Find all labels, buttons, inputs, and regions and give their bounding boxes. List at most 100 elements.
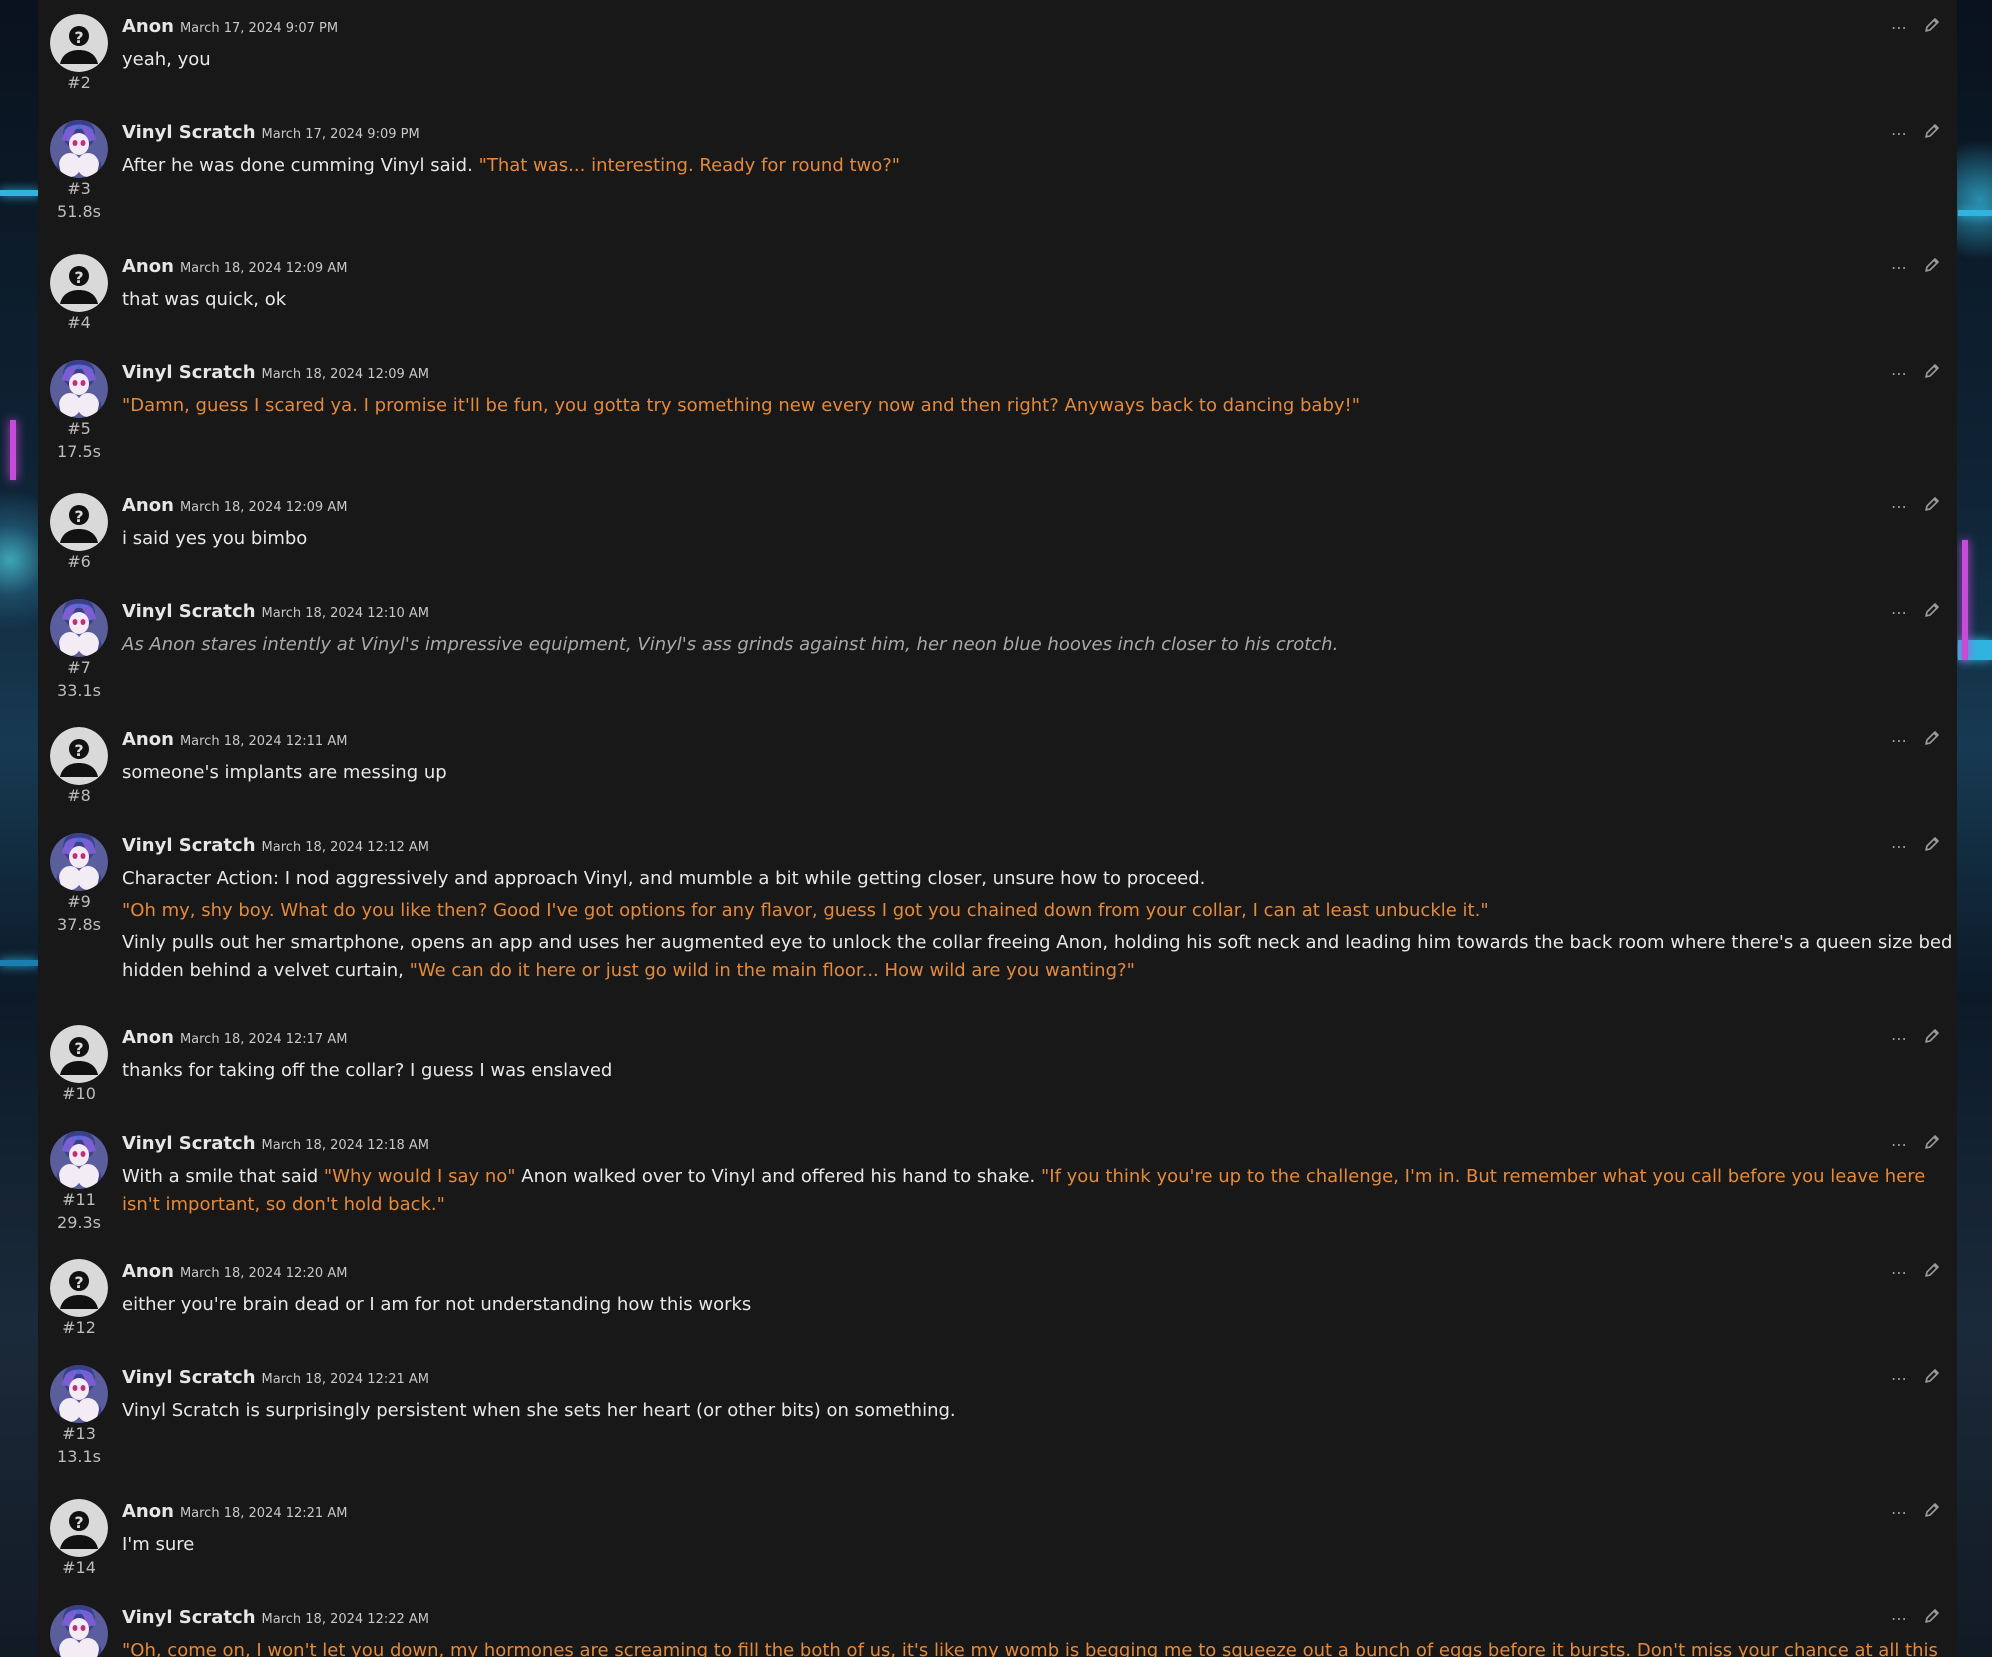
character-avatar[interactable] — [50, 1131, 108, 1189]
svg-text:?: ? — [74, 268, 83, 287]
pencil-edit-icon[interactable] — [1923, 362, 1941, 384]
more-options-icon[interactable]: ⋯ — [1891, 497, 1907, 516]
more-options-icon[interactable]: ⋯ — [1891, 731, 1907, 750]
user-avatar[interactable]: ? — [50, 727, 108, 785]
dialogue-text: "Why would I say no" — [323, 1166, 516, 1187]
message-body: that was quick, ok — [122, 286, 1957, 318]
character-avatar[interactable] — [50, 120, 108, 178]
more-options-icon[interactable]: ⋯ — [1891, 603, 1907, 622]
message-timestamp: March 18, 2024 12:09 AM — [179, 500, 348, 515]
message-number: #4 — [67, 313, 91, 332]
pencil-edit-icon[interactable] — [1923, 495, 1941, 517]
more-options-icon[interactable]: ⋯ — [1891, 1369, 1907, 1388]
message-text: someone's implants are messing up — [122, 762, 447, 783]
pencil-edit-icon[interactable] — [1923, 601, 1941, 623]
pencil-edit-icon[interactable] — [1923, 729, 1941, 751]
author-name: Anon — [122, 729, 174, 750]
message-number: #9 — [67, 892, 91, 911]
more-options-icon[interactable]: ⋯ — [1891, 124, 1907, 143]
message-header: Vinyl Scratch March 18, 2024 12:09 AM — [122, 362, 429, 383]
more-options-icon[interactable]: ⋯ — [1891, 364, 1907, 383]
more-options-icon[interactable]: ⋯ — [1891, 258, 1907, 277]
pencil-edit-icon[interactable] — [1923, 1133, 1941, 1155]
message-header: Anon March 18, 2024 12:21 AM — [122, 1501, 347, 1522]
character-avatar[interactable] — [50, 833, 108, 891]
character-avatar[interactable] — [50, 599, 108, 657]
message-number: #14 — [62, 1558, 96, 1577]
dialogue-text: "Damn, guess I scared ya. I promise it'l… — [122, 395, 1361, 416]
message-timestamp: March 18, 2024 12:17 AM — [179, 1032, 348, 1047]
message-body: As Anon stares intently at Vinyl's impre… — [122, 631, 1957, 663]
message-text: i said yes you bimbo — [122, 528, 308, 549]
message-header: Vinyl Scratch March 18, 2024 12:10 AM — [122, 601, 429, 622]
more-options-icon[interactable]: ⋯ — [1891, 18, 1907, 37]
pencil-edit-icon[interactable] — [1923, 1607, 1941, 1629]
generation-time: 13.1s — [57, 1447, 101, 1466]
message-paragraph: either you're brain dead or I am for not… — [122, 1291, 1957, 1319]
user-avatar[interactable]: ? — [50, 14, 108, 72]
neon-stripe — [0, 960, 38, 966]
generation-time: 37.8s — [57, 915, 101, 934]
more-options-icon[interactable]: ⋯ — [1891, 1263, 1907, 1282]
message-controls: ⋯ — [1891, 1133, 1941, 1155]
message-body: I'm sure — [122, 1531, 1957, 1563]
pencil-edit-icon[interactable] — [1923, 122, 1941, 144]
generation-time: 17.5s — [57, 442, 101, 461]
more-options-icon[interactable]: ⋯ — [1891, 837, 1907, 856]
message-paragraph: "Oh, come on, I won't let you down, my h… — [122, 1637, 1957, 1657]
message-number: #13 — [62, 1424, 96, 1443]
message-number: #3 — [67, 179, 91, 198]
pencil-edit-icon[interactable] — [1923, 835, 1941, 857]
message-paragraph: that was quick, ok — [122, 286, 1957, 314]
more-options-icon[interactable]: ⋯ — [1891, 1503, 1907, 1522]
message-header: Anon March 18, 2024 12:11 AM — [122, 729, 347, 750]
more-options-icon[interactable]: ⋯ — [1891, 1609, 1907, 1628]
pencil-edit-icon[interactable] — [1923, 1027, 1941, 1049]
pencil-edit-icon[interactable] — [1923, 256, 1941, 278]
author-name: Vinyl Scratch — [122, 601, 256, 622]
message-number: #6 — [67, 552, 91, 571]
message-timestamp: March 17, 2024 9:09 PM — [261, 127, 420, 142]
message-header: Anon March 18, 2024 12:09 AM — [122, 495, 347, 516]
author-name: Vinyl Scratch — [122, 835, 256, 856]
message-controls: ⋯ — [1891, 601, 1941, 623]
message-header: Anon March 17, 2024 9:07 PM — [122, 16, 338, 37]
character-avatar[interactable] — [50, 1365, 108, 1423]
author-name: Anon — [122, 16, 174, 37]
character-avatar[interactable] — [50, 1605, 108, 1657]
message-body: i said yes you bimbo — [122, 525, 1957, 557]
message-body: either you're brain dead or I am for not… — [122, 1291, 1957, 1323]
message-text: yeah, you — [122, 49, 211, 70]
pencil-edit-icon[interactable] — [1923, 1501, 1941, 1523]
message-header: Vinyl Scratch March 18, 2024 12:18 AM — [122, 1133, 429, 1154]
message-controls: ⋯ — [1891, 1607, 1941, 1629]
message-number: #11 — [62, 1190, 96, 1209]
message-number: #5 — [67, 419, 91, 438]
more-options-icon[interactable]: ⋯ — [1891, 1135, 1907, 1154]
message-paragraph: someone's implants are messing up — [122, 759, 1957, 787]
pencil-edit-icon[interactable] — [1923, 1367, 1941, 1389]
dialogue-text: "We can do it here or just go wild in th… — [409, 960, 1135, 981]
svg-text:?: ? — [74, 507, 83, 526]
message-timestamp: March 18, 2024 12:10 AM — [261, 606, 430, 621]
pencil-edit-icon[interactable] — [1923, 1261, 1941, 1283]
message-number: #8 — [67, 786, 91, 805]
character-avatar[interactable] — [50, 360, 108, 418]
message-text: Anon walked over to Vinyl and offered hi… — [515, 1166, 1041, 1187]
message-body: Character Action: I nod aggressively and… — [122, 865, 1957, 989]
message-text: thanks for taking off the collar? I gues… — [122, 1060, 613, 1081]
chat-log: ? #2 Anon March 17, 2024 9:07 PM yeah, you ⋯ #… — [38, 0, 1957, 1657]
message-header: Anon March 18, 2024 12:09 AM — [122, 256, 347, 277]
user-avatar[interactable]: ? — [50, 1025, 108, 1083]
user-avatar[interactable]: ? — [50, 1499, 108, 1557]
message-paragraph: I'm sure — [122, 1531, 1957, 1559]
message-body: yeah, you — [122, 46, 1957, 78]
user-avatar[interactable]: ? — [50, 254, 108, 312]
narration-text: As Anon stares intently at Vinyl's impre… — [122, 634, 1339, 655]
user-avatar[interactable]: ? — [50, 1259, 108, 1317]
more-options-icon[interactable]: ⋯ — [1891, 1029, 1907, 1048]
pencil-edit-icon[interactable] — [1923, 16, 1941, 38]
message-text: either you're brain dead or I am for not… — [122, 1294, 752, 1315]
author-name: Anon — [122, 495, 174, 516]
user-avatar[interactable]: ? — [50, 493, 108, 551]
